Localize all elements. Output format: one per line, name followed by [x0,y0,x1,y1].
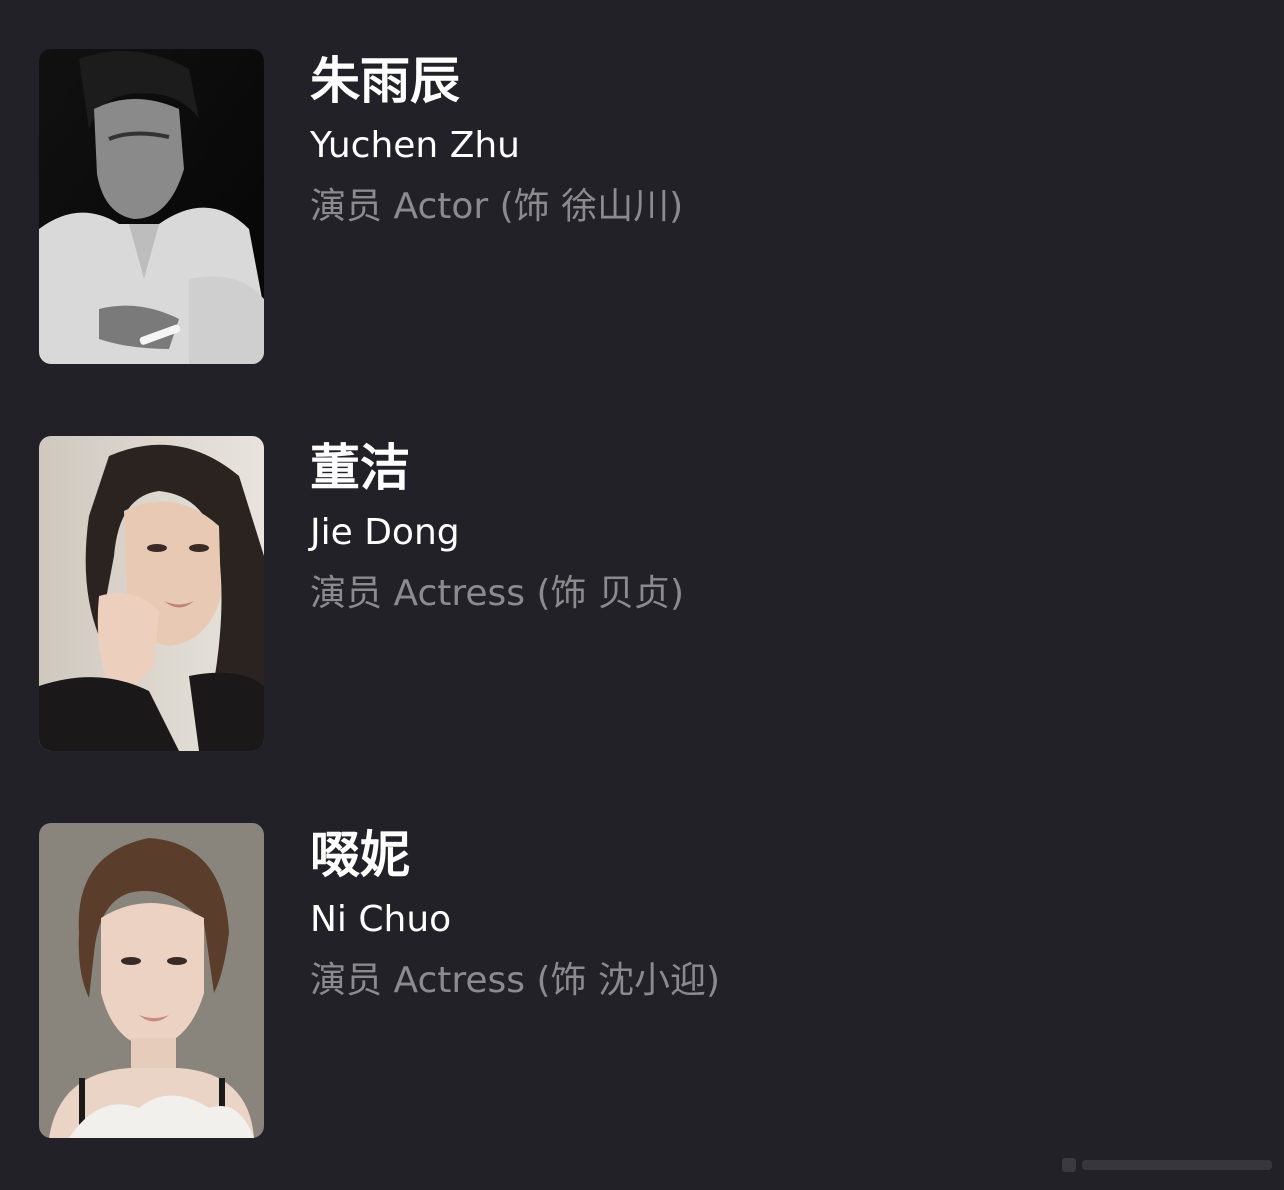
cast-name-english: Jie Dong [310,512,460,553]
portrait-photo-woman-dark-hair [39,436,264,751]
cast-photo[interactable] [39,49,264,364]
cast-item[interactable]: 啜妮 Ni Chuo 演员 Actress (饰 沈小迎) [39,823,1239,1138]
cast-name-chinese: 董洁 [310,439,410,497]
cast-list: 朱雨辰 Yuchen Zhu 演员 Actor (饰 徐山川) 董洁 Jie D… [0,0,1284,1190]
cast-name-chinese: 朱雨辰 [310,52,460,110]
portrait-photo-woman-short-hair [39,823,264,1138]
cast-role: 演员 Actress (饰 沈小迎) [310,960,720,1001]
cast-name-chinese: 啜妮 [310,826,410,884]
cast-role: 演员 Actress (饰 贝贞) [310,573,684,614]
watermark [1062,1158,1272,1172]
cast-photo[interactable] [39,823,264,1138]
cast-name-english: Ni Chuo [310,899,452,940]
cast-role: 演员 Actor (饰 徐山川) [310,186,684,227]
portrait-photo-man-black-and-white [39,49,264,364]
cast-item[interactable]: 朱雨辰 Yuchen Zhu 演员 Actor (饰 徐山川) [39,49,1239,364]
cast-name-english: Yuchen Zhu [310,125,520,166]
cast-photo[interactable] [39,436,264,751]
cast-item[interactable]: 董洁 Jie Dong 演员 Actress (饰 贝贞) [39,436,1239,751]
